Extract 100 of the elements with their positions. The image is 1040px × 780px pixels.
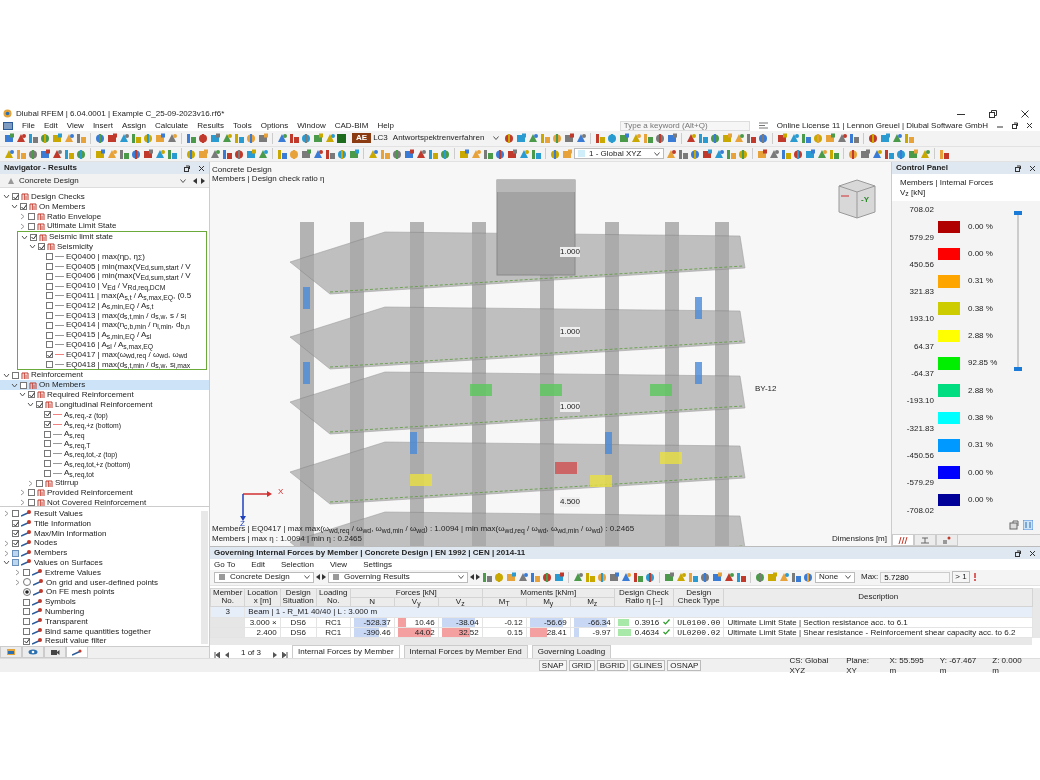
menu-item[interactable]: Assign: [121, 120, 146, 131]
column-header[interactable]: Design Situation: [280, 588, 317, 607]
status-toggle[interactable]: GRID: [568, 659, 595, 672]
result-type-dropdown[interactable]: Governing Results: [328, 571, 468, 583]
option-item[interactable]: Max/Min Information: [34, 528, 107, 539]
tree-item[interactable]: Longitudinal Reinforcement: [55, 399, 153, 410]
tree-item[interactable]: EQ0418 | max(d$_{s,t,min}$ / d$_{s,w}$, s$_{l,max}$: [66, 359, 191, 370]
option-item[interactable]: Symbols: [45, 597, 76, 607]
result-tab[interactable]: Governing Loading: [531, 645, 612, 658]
column-header[interactable]: N: [350, 597, 395, 607]
band-percent: 0.31 %: [967, 439, 994, 452]
tree-item[interactable]: A$_{s,req,tot,+z (bottom)}$: [64, 458, 131, 469]
option-item[interactable]: Bind same quantities together: [45, 626, 151, 637]
status-toggle[interactable]: SNAP: [538, 659, 567, 672]
band-percent: 0.00 %: [967, 466, 994, 479]
column-header[interactable]: Loading No.: [316, 588, 351, 607]
menu-item[interactable]: Results: [197, 120, 224, 131]
table-cell-text: -0.12: [503, 617, 523, 627]
column-header[interactable]: M$_{T}$: [482, 597, 527, 607]
tree-item[interactable]: EQ0415 | A$_{s,min,EQ}$ / A$_{sl}$: [66, 330, 152, 340]
menu-item[interactable]: Help: [377, 120, 394, 131]
tree-item[interactable]: Seismic limit state: [49, 232, 113, 242]
column-header[interactable]: V$_{y}$: [394, 597, 439, 607]
column-header[interactable]: Location x [m]: [244, 588, 281, 607]
tree-item[interactable]: Not Covered Reinforcement: [47, 497, 147, 508]
table-cell: 2.400: [256, 627, 277, 637]
status-toggle[interactable]: BGRID: [596, 659, 628, 672]
menu-item[interactable]: Insert: [92, 120, 113, 131]
menu-item[interactable]: Window: [297, 120, 326, 131]
option-item[interactable]: Result Values: [34, 509, 83, 519]
option-item[interactable]: On grid and user-defined points: [46, 577, 159, 588]
tree-item[interactable]: Ultimate Limit State: [47, 221, 117, 232]
tree-item[interactable]: EQ0405 | min(max(V$_{Ed,sum,start}$ / V: [66, 261, 191, 272]
option-item[interactable]: Title Information: [34, 518, 92, 529]
coordinate-system-dropdown[interactable]: 1 - Global XYZ: [574, 148, 664, 160]
dimension-label: 1.000: [560, 327, 581, 337]
status-toggle[interactable]: GLINES: [630, 659, 666, 672]
tree-item[interactable]: EQ0412 | A$_{s,min,EQ}$ / A$_{s,t}$: [66, 300, 154, 311]
menu-item[interactable]: View: [66, 120, 84, 131]
tree-item[interactable]: EQ0400 | max(η$_{D}$, η$_{Σ}$): [66, 251, 145, 262]
table-cell: -38.04: [441, 617, 479, 627]
table-cell: -9.97: [573, 627, 611, 637]
tree-item[interactable]: A$_{s,req,tot}$: [64, 468, 94, 479]
tree-item[interactable]: EQ0413 | max(d$_{s,t,min}$ / d$_{s,w}$, s / s$_{l}$: [66, 310, 187, 321]
tree-item[interactable]: On Members: [39, 380, 86, 390]
filter-dropdown[interactable]: None: [815, 571, 855, 583]
menu-item[interactable]: Options: [260, 120, 289, 131]
column-header[interactable]: Description: [723, 588, 1033, 607]
max-value-field[interactable]: 5.7280: [880, 571, 951, 583]
menu-item[interactable]: Calculate: [154, 120, 189, 131]
column-header[interactable]: M$_{y}$: [526, 597, 571, 607]
column-header[interactable]: M$_{z}$: [570, 597, 615, 607]
license-text: Online License 11 | Lennon Greuel | Dlubal Software GmbH: [776, 120, 988, 131]
tree-item[interactable]: A$_{s,req,-z (top)}$: [64, 409, 108, 420]
column-header[interactable]: Design Check Ratio η [--]: [614, 588, 674, 607]
legend-unit: V$_{z}$ [kN]: [900, 187, 927, 198]
tree-item[interactable]: EQ0410 | V$_{Ed}$ / V$_{Rd,req,DCM}$: [66, 281, 166, 291]
option-item[interactable]: Numbering: [45, 606, 85, 617]
column-header[interactable]: V$_{z}$: [438, 597, 483, 607]
search-field[interactable]: Type a keyword (Alt+Q): [619, 120, 750, 131]
option-item[interactable]: Members: [34, 548, 68, 558]
tree-item[interactable]: Reinforcement: [31, 370, 84, 381]
menu-item[interactable]: Tools: [232, 120, 252, 131]
tree-item[interactable]: Seismicity: [57, 242, 93, 252]
menu-item[interactable]: Edit: [43, 120, 58, 131]
tree-item[interactable]: EQ0417 | max(ω$_{wd,req}$ / ω$_{wd}$, ω$_{wd}$: [66, 349, 188, 360]
menu-item[interactable]: Settings: [363, 559, 393, 570]
tree-item[interactable]: On Members: [39, 201, 86, 212]
dimension-label: BY-12: [755, 384, 777, 394]
tree-item[interactable]: A$_{s,req,+z (bottom)}$: [64, 419, 121, 430]
status-toggle[interactable]: OSNAP: [667, 659, 702, 672]
tree-item[interactable]: Provided Reinforcement: [47, 487, 133, 498]
panel-title: Navigator - Results: [4, 163, 77, 173]
result-tab[interactable]: Internal Forces by Member End: [403, 645, 528, 658]
menu-item[interactable]: View: [329, 559, 348, 570]
tree-item[interactable]: EQ0406 | min(max(V$_{Ed,sum,start}$ / V: [66, 271, 191, 282]
result-tab[interactable]: Internal Forces by Member: [292, 645, 400, 658]
column-header[interactable]: Member No.: [210, 588, 245, 607]
menu-item[interactable]: File: [22, 120, 35, 131]
tree-item[interactable]: EQ0414 | max(n$_{c,b,min}$ / n$_{l,min}$, d$_{b,n}$: [66, 320, 190, 331]
option-item[interactable]: Extreme Values: [45, 567, 101, 578]
load-case-dropdown[interactable]: Antwortspektrenverfahren: [389, 132, 502, 144]
tree-item[interactable]: Design Checks: [31, 192, 85, 202]
option-item[interactable]: Result value filter: [45, 636, 107, 647]
tree-item[interactable]: A$_{s,req}$: [64, 429, 85, 439]
tree-item[interactable]: Stirrup: [55, 478, 79, 488]
option-item[interactable]: Transparent: [45, 616, 88, 627]
tree-item[interactable]: Ratio Envelope: [47, 211, 102, 222]
option-item[interactable]: Nodes: [34, 538, 58, 549]
column-header[interactable]: Design Check Type: [673, 588, 724, 607]
option-item[interactable]: On FE mesh points: [46, 587, 115, 598]
option-item[interactable]: Values on Surfaces: [34, 558, 103, 568]
menu-item[interactable]: Go To: [214, 559, 236, 570]
menu-item[interactable]: Selection: [281, 559, 314, 570]
menu-item[interactable]: CAD-BIM: [334, 120, 369, 131]
threshold-button[interactable]: > 1: [952, 571, 970, 584]
tree-item[interactable]: Required Reinforcement: [47, 389, 134, 400]
module-dropdown[interactable]: Concrete Design: [214, 571, 314, 583]
band-percent: 92.85 %: [967, 357, 999, 370]
menu-item[interactable]: Edit: [251, 559, 265, 570]
